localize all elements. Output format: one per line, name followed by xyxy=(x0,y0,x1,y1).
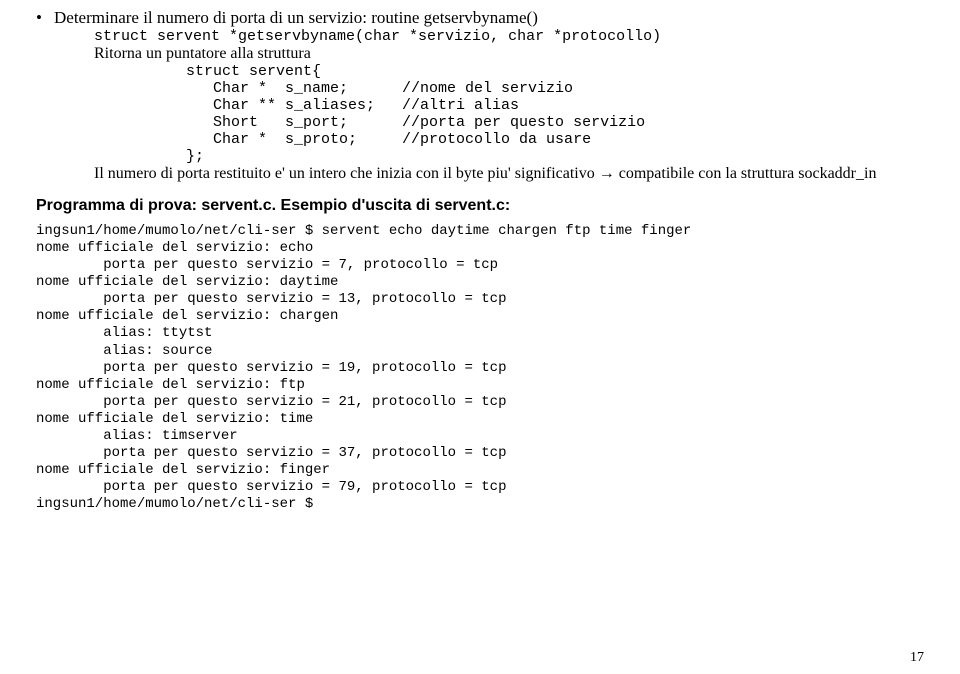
output-line: nome ufficiale del servizio: daytime xyxy=(36,274,924,291)
output-line: nome ufficiale del servizio: echo xyxy=(36,240,924,257)
explain-prefix: Il numero di porta restituito e' un inte… xyxy=(94,165,599,182)
function-declaration: struct servent *getservbyname(char *serv… xyxy=(36,28,924,45)
bullet-dot: • xyxy=(36,8,54,28)
output-line: nome ufficiale del servizio: chargen xyxy=(36,308,924,325)
explain-suffix: compatibile con la struttura sockaddr_in xyxy=(615,165,877,182)
output-line: nome ufficiale del servizio: finger xyxy=(36,462,924,479)
output-line: porta per questo servizio = 13, protocol… xyxy=(36,291,924,308)
output-line: porta per questo servizio = 7, protocoll… xyxy=(36,257,924,274)
struct-line-4: Char * s_proto; //protocollo da usare xyxy=(36,131,924,148)
output-line: alias: timserver xyxy=(36,428,924,445)
output-line: porta per questo servizio = 79, protocol… xyxy=(36,479,924,496)
output-line: alias: ttytst xyxy=(36,325,924,342)
arrow-icon: → xyxy=(599,165,615,182)
explanation-line: Il numero di porta restituito e' un inte… xyxy=(36,165,924,183)
output-line: porta per questo servizio = 19, protocol… xyxy=(36,360,924,377)
output-line: alias: source xyxy=(36,343,924,360)
output-line: ingsun1/home/mumolo/net/cli-ser $ xyxy=(36,496,924,513)
output-line: ingsun1/home/mumolo/net/cli-ser $ serven… xyxy=(36,223,924,240)
struct-line-3: Short s_port; //porta per questo servizi… xyxy=(36,114,924,131)
struct-line-5: }; xyxy=(36,148,924,165)
page-number: 17 xyxy=(910,650,924,666)
struct-line-2: Char ** s_aliases; //altri alias xyxy=(36,97,924,114)
output-line: nome ufficiale del servizio: time xyxy=(36,411,924,428)
output-line: porta per questo servizio = 21, protocol… xyxy=(36,394,924,411)
bullet-text: Determinare il numero di porta di un ser… xyxy=(54,8,538,28)
output-line: nome ufficiale del servizio: ftp xyxy=(36,377,924,394)
output-line: porta per questo servizio = 37, protocol… xyxy=(36,445,924,462)
struct-line-1: Char * s_name; //nome del servizio xyxy=(36,80,924,97)
program-title: Programma di prova: servent.c. Esempio d… xyxy=(36,197,924,215)
struct-line-0: struct servent{ xyxy=(36,63,924,80)
return-description: Ritorna un puntatore alla struttura xyxy=(36,45,924,63)
bullet-item: • Determinare il numero di porta di un s… xyxy=(36,8,924,28)
